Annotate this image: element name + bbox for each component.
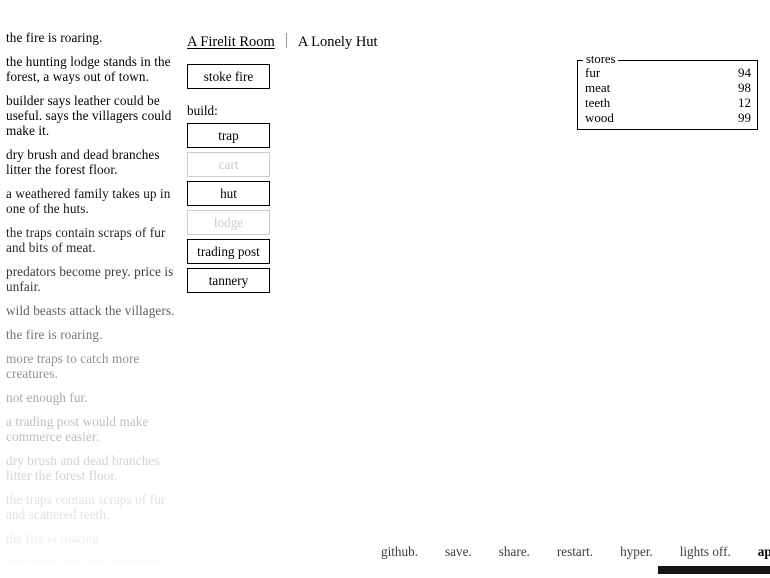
menu-item-save[interactable]: save. <box>445 543 472 561</box>
notification-message: dry brush and dead branches litter the f… <box>6 453 160 483</box>
build-cart-button: cart <box>187 152 270 177</box>
notification-message: predators become prey. price is unfair. <box>6 264 174 294</box>
notification-message: the traps contain scraps of fur and bits… <box>6 225 166 255</box>
store-item-value: 12 <box>738 95 751 110</box>
store-item-value: 99 <box>738 110 751 125</box>
store-row: teeth 12 <box>585 95 751 110</box>
footer-menu-items: github. save. share. restart. hyper. lights o… <box>381 543 770 561</box>
menu-item-share[interactable]: share. <box>499 543 530 561</box>
notification-log: the fire is roaring. the hunting lodge st… <box>6 30 178 570</box>
notification-message: more traps to catch more creatures. <box>6 351 140 381</box>
menu-item-github[interactable]: github. <box>381 543 418 561</box>
menu-item-hyper[interactable]: hyper. <box>620 543 653 561</box>
store-row: fur 94 <box>585 65 751 80</box>
store-row: wood 99 <box>585 110 751 125</box>
build-lodge-button: lodge <box>187 210 270 235</box>
store-item-value: 98 <box>738 80 751 95</box>
build-hut-button[interactable]: hut <box>187 181 270 206</box>
menu-item-restart[interactable]: restart. <box>557 543 593 561</box>
notification-message: the fire is roaring. <box>6 327 103 342</box>
notification-message: not enough fur. <box>6 390 88 405</box>
store-item-value: 94 <box>738 65 751 80</box>
notification-message: the traps contain scraps of fur and scat… <box>6 492 166 522</box>
tab-separator <box>285 33 287 48</box>
tab-a-firelit-room[interactable]: A Firelit Room <box>187 33 275 51</box>
notification-message: builder says leather could be useful. sa… <box>6 93 172 138</box>
stores-panel: stores fur 94 meat 98 teeth 12 wood 99 <box>577 52 758 130</box>
build-section-label: build: <box>187 103 218 118</box>
build-button-group: trap cart hut lodge trading post tannery <box>187 123 487 293</box>
horizontal-scrollbar-thumb[interactable] <box>658 566 770 574</box>
build-trap-button[interactable]: trap <box>187 123 270 148</box>
notification-message: the fire is roaring. <box>6 30 103 45</box>
store-row: meat 98 <box>585 80 751 95</box>
menu-item-app-store[interactable]: app store. <box>758 543 770 561</box>
store-item-name: meat <box>585 80 611 95</box>
build-tannery-button[interactable]: tannery <box>187 268 270 293</box>
stores-rows: fur 94 meat 98 teeth 12 wood 99 <box>585 65 751 125</box>
notification-message: wild beasts attack the villagers. <box>6 303 175 318</box>
location-tabs: A Firelit Room A Lonely Hut <box>187 31 378 51</box>
menu-item-lights-off[interactable]: lights off. <box>680 543 731 561</box>
store-item-name: fur <box>585 65 601 80</box>
tab-a-lonely-hut[interactable]: A Lonely Hut <box>298 33 378 51</box>
stores-legend: stores <box>583 52 619 66</box>
horizontal-scrollbar[interactable] <box>0 563 770 578</box>
notification-message: dry brush and dead branches litter the f… <box>6 147 160 177</box>
notification-message: a trading post would make commerce easie… <box>6 414 149 444</box>
footer-menu: github. save. share. restart. hyper. lights o… <box>0 543 770 563</box>
room-panel: stoke fire build: trap cart hut lodge tradin… <box>187 64 487 297</box>
store-item-name: wood <box>585 110 614 125</box>
build-trading-post-button[interactable]: trading post <box>187 239 270 264</box>
stoke-fire-button[interactable]: stoke fire <box>187 64 270 89</box>
store-item-name: teeth <box>585 95 611 110</box>
game-screen: the fire is roaring. the hunting lodge st… <box>0 0 770 578</box>
notification-message: the hunting lodge stands in the forest, … <box>6 54 171 84</box>
notification-message: a weathered family takes up in one of th… <box>6 186 171 216</box>
